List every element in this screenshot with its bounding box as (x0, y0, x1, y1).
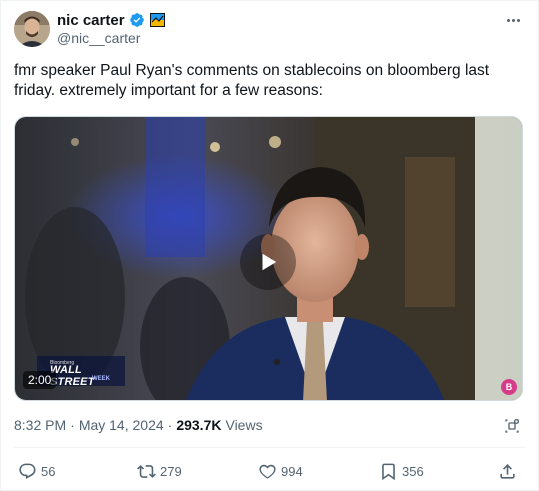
reply-count: 56 (41, 463, 56, 479)
author-display-name[interactable]: nic carter (57, 12, 125, 29)
reply-icon (19, 463, 36, 479)
reply-button[interactable]: 56 (18, 459, 55, 483)
heart-icon (259, 464, 276, 479)
bookmark-count: 356 (402, 463, 424, 479)
author-name-row: nic carter (57, 11, 165, 29)
views-label: Views (225, 417, 263, 433)
video-player[interactable]: Bloomberg WALL STREET WEEK 2:00 B (14, 116, 523, 401)
like-button[interactable]: 994 (258, 459, 303, 483)
like-count: 994 (281, 463, 303, 479)
repost-button[interactable]: 279 (137, 459, 182, 483)
grok-analyze-icon[interactable] (503, 417, 521, 435)
views-count: 293.7K (176, 417, 222, 433)
share-button[interactable] (498, 459, 517, 483)
meta-separator: · (70, 417, 75, 433)
tweet-card: nic carter @nic__carter fmr speaker Paul… (0, 0, 539, 491)
video-duration: 2:00 (23, 371, 57, 389)
share-icon (500, 463, 515, 479)
verified-badge-icon[interactable] (129, 12, 145, 28)
corner-badge-icon: B (501, 379, 517, 395)
tweet-date[interactable]: May 14, 2024 (79, 417, 164, 433)
bookmark-icon (382, 463, 395, 480)
meta-separator-2: · (167, 417, 173, 433)
logo-main-text: WALL STREET (50, 364, 95, 388)
repost-count: 279 (160, 463, 182, 479)
play-icon[interactable] (240, 234, 296, 290)
tweet-text: fmr speaker Paul Ryan's comments on stab… (14, 62, 490, 99)
tweet-meta: 8:32 PM · May 14, 2024 · 293.7K Views (14, 417, 263, 433)
repost-icon (137, 464, 156, 478)
avatar[interactable] (14, 11, 50, 47)
action-bar: 56 279 994 356 (14, 459, 526, 483)
tweet-time[interactable]: 8:32 PM (14, 417, 66, 433)
bookmark-button[interactable]: 356 (379, 459, 424, 483)
logo-sub-text: WEEK (92, 376, 110, 382)
more-options-icon[interactable] (502, 11, 524, 29)
divider (14, 447, 525, 448)
author-handle[interactable]: @nic__carter (57, 30, 140, 46)
flag-emoji-icon (149, 13, 165, 27)
